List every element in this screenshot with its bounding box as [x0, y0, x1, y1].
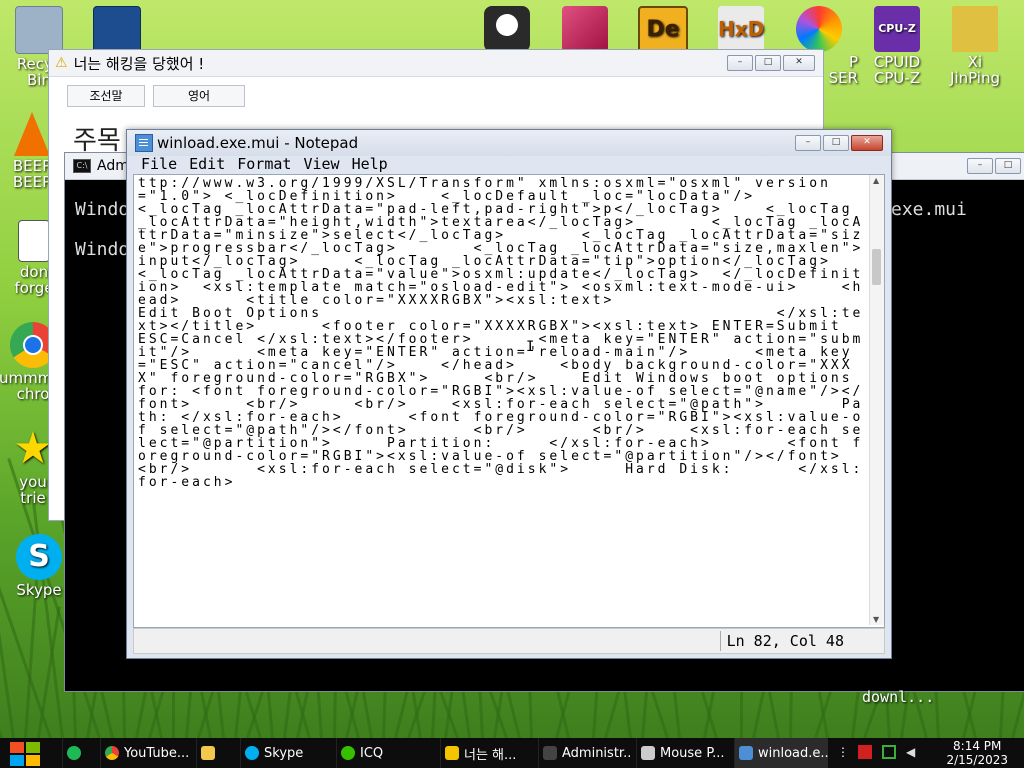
start-button[interactable]	[6, 740, 44, 766]
menu-view[interactable]: View	[297, 155, 345, 173]
ransom-window-titlebar[interactable]: ⚠ 너는 해킹을 당했어 ! – □ ✕	[49, 50, 823, 77]
volume-icon[interactable]: ◀	[906, 745, 920, 759]
taskbar-skype[interactable]: Skype	[240, 738, 332, 768]
mouse-icon	[641, 746, 655, 760]
clock-date: 2/15/2023	[946, 753, 1008, 767]
notepad-close-button[interactable]: ✕	[851, 135, 883, 151]
scrollbar-thumb[interactable]	[872, 249, 881, 285]
text-cursor-icon: I	[526, 339, 535, 355]
status-divider	[720, 631, 721, 651]
taskbar-admin[interactable]: Administr...	[538, 738, 632, 768]
notepad-minimize-button[interactable]: –	[795, 135, 821, 151]
editor-text: ttp://www.w3.org/1999/XSL/Transform" xml…	[138, 176, 864, 490]
download-status-text: downl...	[862, 688, 935, 706]
network-icon[interactable]	[882, 745, 896, 759]
menu-file[interactable]: File	[135, 155, 183, 173]
notepad-titlebar[interactable]: winload.exe.mui - Notepad – □ ✕	[127, 130, 891, 156]
cmd-icon	[543, 746, 557, 760]
taskbar-explorer[interactable]	[196, 738, 236, 768]
taskbar-mouse[interactable]: Mouse P...	[636, 738, 730, 768]
spotify-icon	[67, 746, 81, 760]
warning-icon: ⚠	[55, 55, 68, 71]
taskbar-winload[interactable]: winload.e...	[734, 738, 828, 768]
notepad-maximize-button[interactable]: □	[823, 135, 849, 151]
notepad-window: winload.exe.mui - Notepad – □ ✕ File Edi…	[126, 129, 892, 659]
system-clock[interactable]: 8:14 PM 2/15/2023	[946, 739, 1008, 767]
console-line: Windo	[75, 239, 130, 260]
overflow-menu-icon[interactable]: ⋮	[836, 745, 850, 759]
skull-icon[interactable]	[468, 6, 546, 54]
notepad-icon	[739, 746, 753, 760]
folder-icon	[201, 746, 215, 760]
cmd-icon: C:\	[73, 159, 91, 173]
cpu-z-icon[interactable]: CPU-Z CPUID CPU-Z	[858, 6, 936, 86]
minimize-button[interactable]: –	[727, 55, 753, 71]
taskbar-youtube[interactable]: YouTube...	[100, 738, 192, 768]
taskbar-spotify[interactable]	[62, 738, 96, 768]
taskbar: YouTube... Skype ICQ 너는 해... Administr..…	[0, 738, 1024, 768]
cmd-minimize-button[interactable]: –	[967, 158, 993, 174]
menu-help[interactable]: Help	[346, 155, 394, 173]
command-prompt-title: Adm	[97, 158, 129, 174]
skype-icon	[245, 746, 259, 760]
xi-jinping-icon[interactable]: Xi JinPing	[936, 6, 1014, 86]
scroll-down-icon[interactable]: ▼	[873, 615, 879, 624]
taskbar-hacked[interactable]: 너는 해...	[440, 738, 534, 768]
menu-bar: File Edit Format View Help	[135, 155, 394, 173]
clock-time: 8:14 PM	[953, 739, 1002, 753]
vertical-scrollbar[interactable]: ▲ ▼	[869, 175, 884, 625]
console-line-tail: exe.mui	[891, 199, 967, 220]
cursor-position: Ln 82, Col 48	[726, 632, 844, 650]
status-bar: Ln 82, Col 48	[133, 628, 885, 654]
ransom-window-title: 너는 해킹을 당했어 !	[73, 54, 205, 73]
korean-language-button[interactable]: 조선말	[67, 85, 145, 107]
console-line: Windo	[75, 199, 130, 220]
close-button[interactable]: ✕	[783, 55, 815, 71]
notepad-title: winload.exe.mui - Notepad	[157, 134, 359, 152]
english-language-button[interactable]: 영어	[153, 85, 245, 107]
warning-icon	[445, 746, 459, 760]
monitor-app-icon[interactable]	[546, 6, 624, 54]
menu-edit[interactable]: Edit	[183, 155, 231, 173]
hxd-icon[interactable]: HxD	[702, 6, 780, 54]
flag-icon[interactable]	[858, 745, 872, 759]
taskbar-icq[interactable]: ICQ	[336, 738, 436, 768]
cmd-maximize-button[interactable]: □	[995, 158, 1021, 174]
menu-format[interactable]: Format	[231, 155, 297, 173]
icq-icon	[341, 746, 355, 760]
chrome-icon	[105, 746, 119, 760]
maximize-button[interactable]: □	[755, 55, 781, 71]
text-editor-area[interactable]: ttp://www.w3.org/1999/XSL/Transform" xml…	[133, 174, 885, 628]
scroll-up-icon[interactable]: ▲	[873, 176, 879, 185]
notepad-icon	[135, 134, 153, 152]
